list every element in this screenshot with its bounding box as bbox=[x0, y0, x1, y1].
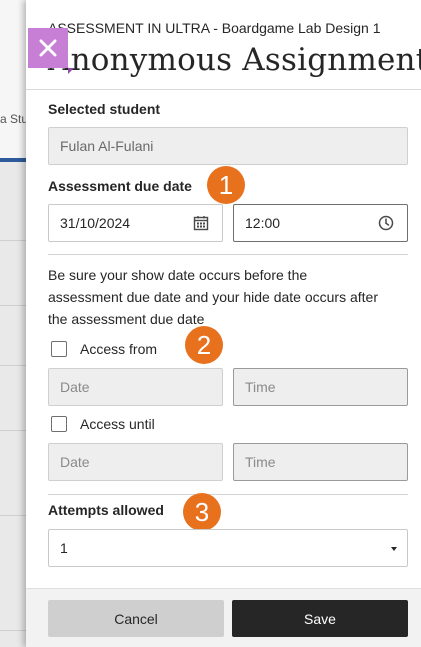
section-divider bbox=[48, 254, 408, 255]
caret-down-icon bbox=[391, 547, 397, 551]
background-tab-label: a Stu bbox=[0, 112, 26, 126]
background-page: a Stu bbox=[0, 0, 26, 647]
access-from-date-input: Date bbox=[48, 368, 223, 406]
close-icon bbox=[39, 39, 57, 57]
panel-header: ASSESSMENT IN ULTRA - Boardgame Lab Desi… bbox=[26, 0, 421, 90]
due-date-input[interactable]: 31/10/2024 bbox=[48, 204, 223, 242]
selected-student-value: Fulan Al-Fulani bbox=[60, 138, 154, 154]
background-row-divider bbox=[0, 365, 26, 366]
calendar-icon[interactable] bbox=[192, 214, 210, 232]
background-row-divider bbox=[0, 515, 26, 516]
step-badge-2: 2 bbox=[185, 326, 223, 364]
background-row-divider bbox=[0, 240, 26, 241]
close-button[interactable] bbox=[28, 28, 74, 74]
background-tab-indicator bbox=[0, 158, 26, 162]
due-date-value: 31/10/2024 bbox=[60, 215, 131, 231]
access-until-checkbox[interactable] bbox=[51, 416, 67, 432]
background-header bbox=[0, 0, 26, 160]
due-date-label: Assessment due date bbox=[48, 178, 192, 194]
save-button[interactable]: Save bbox=[232, 600, 408, 637]
background-row-divider bbox=[0, 430, 26, 431]
attempts-allowed-label: Attempts allowed bbox=[48, 502, 164, 518]
background-row-divider bbox=[0, 630, 26, 631]
attempts-allowed-value: 1 bbox=[60, 540, 68, 556]
availability-help-text: Be sure your show date occurs before the… bbox=[48, 267, 378, 327]
clock-icon[interactable] bbox=[377, 214, 395, 232]
cancel-button[interactable]: Cancel bbox=[48, 600, 224, 637]
access-until-date-placeholder: Date bbox=[60, 454, 90, 470]
access-from-time-placeholder: Time bbox=[245, 379, 276, 395]
panel-title: Anonymous Assignment bbox=[48, 42, 421, 78]
step-badge-3: 3 bbox=[183, 493, 221, 531]
due-time-value: 12:00 bbox=[245, 215, 281, 231]
panel-footer: Cancel Save bbox=[26, 588, 421, 647]
access-from-checkbox-row[interactable]: Access from bbox=[51, 341, 157, 357]
step-badge-1: 1 bbox=[207, 166, 245, 204]
due-time-input[interactable]: 12:00 bbox=[233, 204, 408, 242]
section-divider bbox=[48, 494, 408, 495]
access-until-time-placeholder: Time bbox=[245, 454, 276, 470]
access-until-time-input: Time bbox=[233, 443, 408, 481]
attempts-allowed-select[interactable]: 1 bbox=[48, 529, 408, 567]
course-label: ASSESSMENT IN ULTRA - Boardgame Lab Desi… bbox=[48, 20, 381, 36]
selected-student-label: Selected student bbox=[48, 101, 161, 117]
access-until-checkbox-row[interactable]: Access until bbox=[51, 416, 155, 432]
selected-student-field: Fulan Al-Fulani bbox=[48, 127, 408, 165]
access-until-date-input: Date bbox=[48, 443, 223, 481]
access-from-time-input: Time bbox=[233, 368, 408, 406]
access-from-date-placeholder: Date bbox=[60, 379, 90, 395]
access-until-label: Access until bbox=[80, 416, 155, 432]
assessment-settings-panel: ASSESSMENT IN ULTRA - Boardgame Lab Desi… bbox=[26, 0, 421, 647]
access-from-checkbox[interactable] bbox=[51, 341, 67, 357]
access-from-label: Access from bbox=[80, 341, 158, 357]
background-row-divider bbox=[0, 305, 26, 306]
